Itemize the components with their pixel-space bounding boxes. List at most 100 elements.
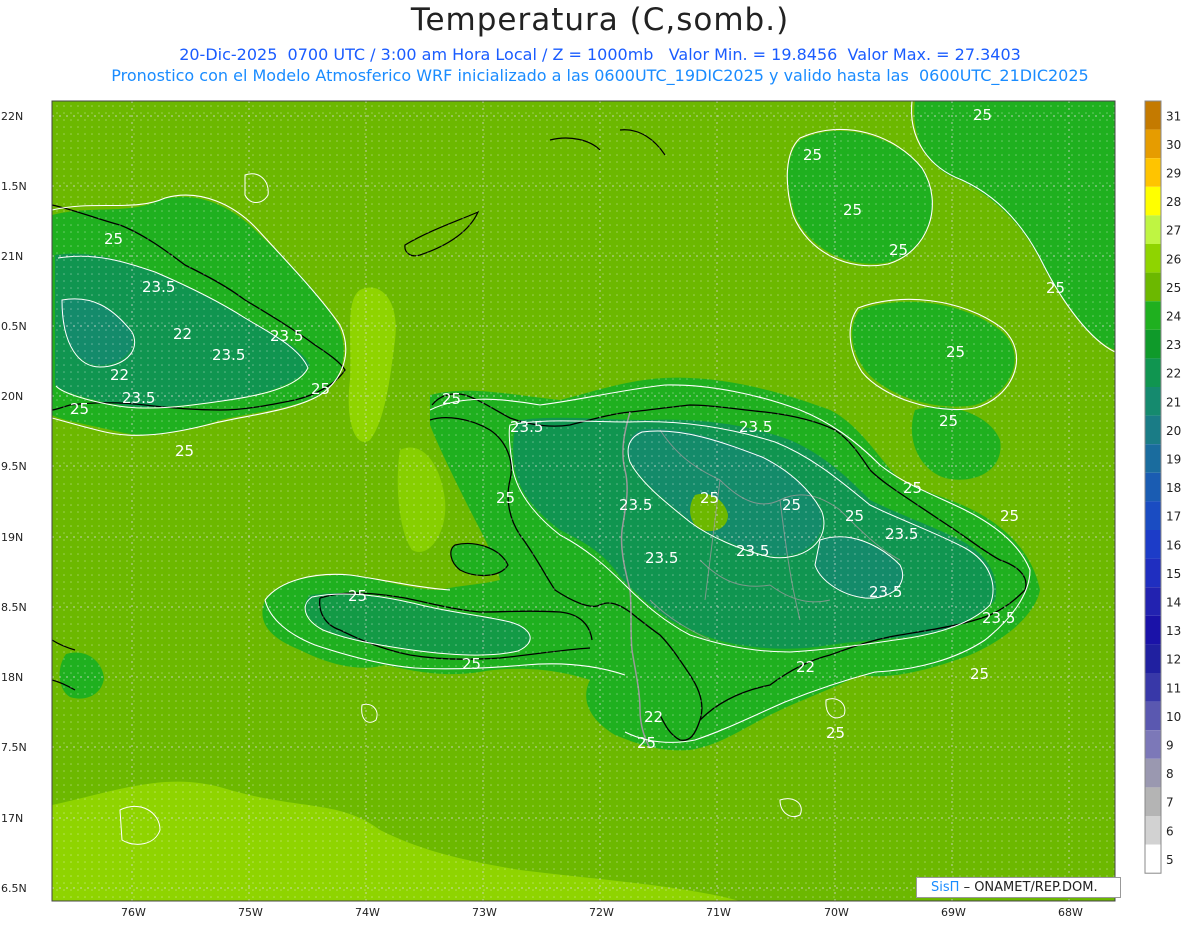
colorbar-label: 19 (1166, 453, 1181, 467)
contour-label: 23.5 (619, 496, 652, 514)
lat-label: 17N (1, 812, 23, 825)
colorbar-swatch (1145, 158, 1161, 187)
colorbar-label: 9 (1166, 739, 1174, 753)
lat-label: 19N (1, 531, 23, 544)
contour-label: 25 (939, 412, 958, 430)
colorbar-swatch (1145, 816, 1161, 845)
credit-org: – ONAMET/REP.DOM. (963, 880, 1098, 895)
colorbar-label: 11 (1166, 681, 1181, 695)
colorbar-label: 13 (1166, 624, 1181, 638)
colorbar-label: 16 (1166, 538, 1181, 552)
contour-label: 25 (845, 507, 864, 525)
lat-label: 18N (1, 671, 23, 684)
colorbar-swatch (1145, 758, 1161, 788)
colorbar-swatch (1145, 186, 1161, 216)
colorbar-label: 21 (1166, 395, 1181, 409)
colorbar-label: 15 (1166, 567, 1181, 581)
colorbar-swatch (1145, 501, 1161, 530)
colorbar-label: 12 (1166, 653, 1181, 667)
colorbar-swatch (1145, 101, 1161, 130)
colorbar-label: 28 (1166, 195, 1181, 209)
contour-label: 25 (311, 380, 330, 398)
colorbar-swatch (1145, 415, 1161, 445)
colorbar-label: 6 (1166, 824, 1174, 838)
colorbar-swatch (1145, 787, 1161, 816)
contour-label: 25 (843, 201, 862, 219)
colorbar-label: 7 (1166, 796, 1174, 810)
colorbar-label: 8 (1166, 767, 1174, 781)
lon-label: 69W (941, 906, 966, 919)
lat-label: 20N (1, 390, 23, 403)
colorbar-swatch (1145, 129, 1161, 159)
contour-label: 25 (970, 665, 989, 683)
latitude-labels: 22N 1.5N 21N 0.5N 20N 9.5N 19N 8.5N 18N … (1, 110, 27, 895)
contour-label: 25 (70, 400, 89, 418)
lat-label: 21N (1, 250, 23, 263)
contour-label: 25 (442, 390, 461, 408)
contour-label: 25 (903, 479, 922, 497)
contour-label: 22 (110, 366, 129, 384)
colorbar-label: 24 (1166, 310, 1181, 324)
lat-label: 1.5N (1, 180, 27, 193)
colorbar-label: 23 (1166, 338, 1181, 352)
colorbar-swatch (1145, 844, 1161, 874)
colorbar-swatch (1145, 558, 1161, 588)
colorbar-swatch (1145, 272, 1161, 302)
colorbar-label: 5 (1166, 853, 1174, 867)
lon-label: 71W (706, 906, 731, 919)
lat-label: 9.5N (1, 460, 27, 473)
contour-label: 25 (462, 655, 481, 673)
colorbar-swatch (1145, 244, 1161, 273)
contour-label: 25 (104, 230, 123, 248)
colorbar-swatch (1145, 673, 1161, 702)
contour-label: 23.5 (739, 418, 772, 436)
contour-label: 25 (496, 489, 515, 507)
lat-label: 6.5N (1, 882, 27, 895)
colorbar-label: 22 (1166, 367, 1181, 381)
colorbar-swatch (1145, 644, 1161, 673)
lat-label: 0.5N (1, 320, 27, 333)
contour-label: 23.5 (510, 418, 543, 436)
colorbar-swatch (1145, 615, 1161, 645)
colorbar-swatch (1145, 329, 1161, 359)
colorbar-swatch (1145, 472, 1161, 502)
colorbar-swatch (1145, 387, 1161, 416)
colorbar: 31 30 29 28 27 26 25 24 23 22 21 20 19 18 17 16 15 14 13 12… (1144, 100, 1181, 874)
contour-label: 22 (796, 658, 815, 676)
contour-label: 23.5 (212, 346, 245, 364)
contour-label: 25 (1046, 279, 1065, 297)
lon-label: 76W (121, 906, 146, 919)
colorbar-label: 18 (1166, 481, 1181, 495)
contour-label: 25 (1000, 507, 1019, 525)
contour-label: 25 (637, 734, 656, 752)
contour-label: 23.5 (869, 583, 902, 601)
colorbar-swatch (1145, 215, 1161, 244)
contour-label: 23.5 (982, 609, 1015, 627)
contour-label: 23.5 (122, 389, 155, 407)
colorbar-label: 27 (1166, 224, 1181, 238)
longitude-labels: 76W 75W 74W 73W 72W 71W 70W 69W 68W (121, 906, 1083, 919)
contour-label: 25 (700, 489, 719, 507)
credit-box: SisΠ – ONAMET/REP.DOM. (916, 877, 1121, 898)
colorbar-swatch (1145, 730, 1161, 759)
contour-label: 23.5 (270, 327, 303, 345)
temperature-map: 22N 1.5N 21N 0.5N 20N 9.5N 19N 8.5N 18N … (1, 100, 1181, 919)
lon-label: 74W (355, 906, 380, 919)
colorbar-label: 29 (1166, 167, 1181, 181)
colorbar-swatch (1145, 301, 1161, 330)
contour-label: 25 (889, 241, 908, 259)
colorbar-label: 20 (1166, 424, 1181, 438)
lat-label: 22N (1, 110, 23, 123)
colorbar-label: 30 (1166, 138, 1181, 152)
lat-label: 7.5N (1, 741, 27, 754)
colorbar-swatch (1145, 701, 1161, 731)
colorbar-swatch (1145, 358, 1161, 387)
contour-label: 25 (348, 587, 367, 605)
lon-label: 68W (1058, 906, 1083, 919)
contour-label: 25 (826, 724, 845, 742)
colorbar-swatch (1145, 444, 1161, 473)
contour-label: 25 (946, 343, 965, 361)
contour-label: 25 (175, 442, 194, 460)
grid-dots (52, 101, 1115, 901)
lon-label: 73W (472, 906, 497, 919)
